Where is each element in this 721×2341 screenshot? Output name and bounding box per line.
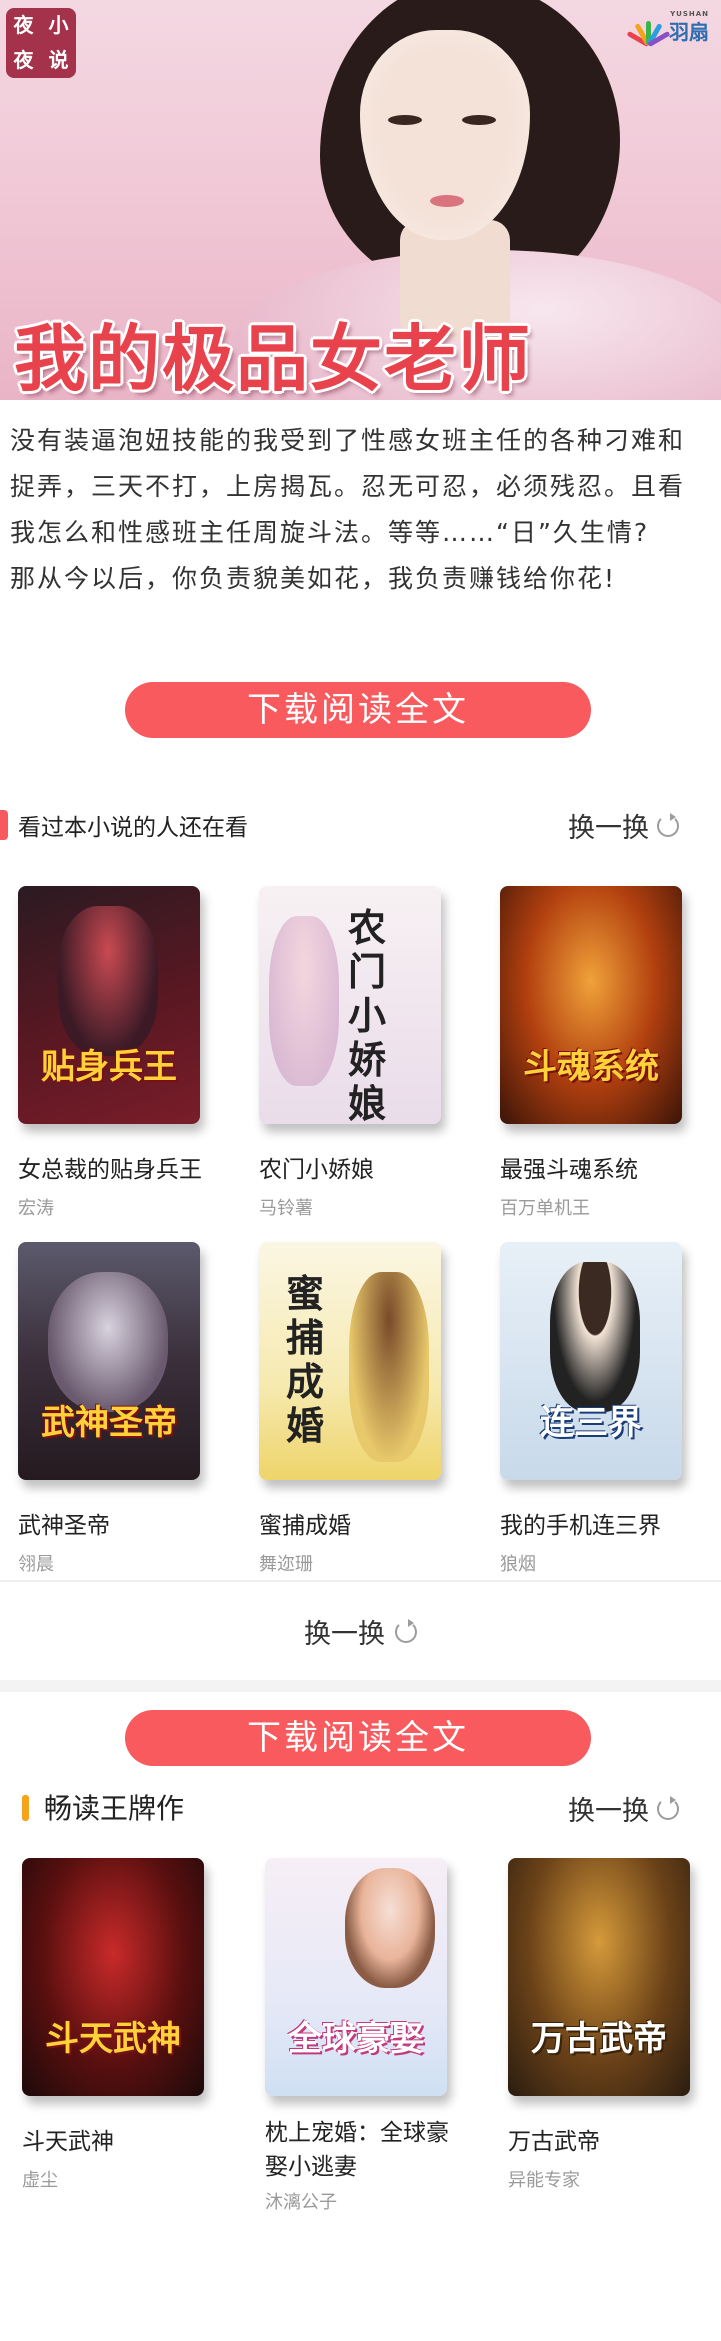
book-name: 农门小娇娘 bbox=[259, 1157, 374, 1183]
book-name: 蜜捕成婚 bbox=[259, 1513, 351, 1539]
book-cover: 连三界 bbox=[500, 1242, 682, 1480]
book-card[interactable]: 万古武帝 万古武帝 异能专家 bbox=[508, 1858, 698, 2192]
book-name: 女总裁的贴身兵王 bbox=[18, 1157, 202, 1183]
book-cover: 武神圣帝 bbox=[18, 1242, 200, 1480]
book-synopsis: 没有装逼泡妞技能的我受到了性感女班主任的各种刁难和捉弄，三天不打，上房揭瓦。忍无… bbox=[10, 418, 710, 602]
refresh-button[interactable]: 换一换 bbox=[304, 1612, 417, 1651]
section-accent-bar bbox=[22, 1795, 29, 1821]
app-logo: 夜 小 夜 说 bbox=[6, 8, 76, 78]
book-card[interactable]: 蜜捕成婚 蜜捕成婚 舞迩珊 bbox=[259, 1242, 449, 1576]
refresh-icon bbox=[395, 1618, 417, 1643]
book-card[interactable]: 贴身兵王 女总裁的贴身兵王 宏涛 bbox=[18, 886, 208, 1220]
section-header-also-read: 看过本小说的人还在看 换一换 bbox=[0, 800, 721, 850]
book-cover-title: 万古武帝 bbox=[531, 2019, 667, 2059]
book-author: 沐漓公子 bbox=[265, 2192, 337, 2213]
book-author: 百万单机王 bbox=[500, 1198, 590, 1219]
book-cover-title: 斗天武神 bbox=[45, 2019, 181, 2059]
publisher-logo-text: 羽扇 bbox=[669, 19, 709, 44]
synopsis-paragraph: 那从今以后，你负责貌美如花，我负责赚钱给你花! bbox=[10, 564, 617, 593]
book-name: 万古武帝 bbox=[508, 2129, 600, 2155]
book-name: 枕上宠婚：全球豪娶小逃妻 bbox=[265, 2120, 449, 2180]
book-cover: 农门小娇娘 bbox=[259, 886, 441, 1124]
book-card[interactable]: 农门小娇娘 农门小娇娘 马铃薯 bbox=[259, 886, 449, 1220]
book-name: 最强斗魂系统 bbox=[500, 1157, 638, 1183]
book-cover: 全球豪娶 bbox=[265, 1858, 447, 2096]
book-cover-title: 蜜捕成婚 bbox=[285, 1272, 324, 1448]
book-cover-title: 武神圣帝 bbox=[41, 1403, 177, 1443]
book-cover-title: 全球豪娶 bbox=[288, 2019, 424, 2059]
divider bbox=[0, 1580, 721, 1582]
refresh-icon bbox=[657, 812, 679, 837]
refresh-icon bbox=[657, 1795, 679, 1820]
book-author: 翎晨 bbox=[18, 1554, 54, 1575]
section-title: 畅读王牌作 bbox=[44, 1792, 185, 1825]
book-name: 我的手机连三界 bbox=[500, 1513, 661, 1539]
app-logo-char: 夜 bbox=[13, 13, 34, 37]
book-title: 我的极品女老师 bbox=[14, 317, 533, 400]
refresh-button[interactable]: 换一换 bbox=[568, 806, 679, 845]
publisher-logo: YUSHAN 羽扇 bbox=[626, 9, 709, 50]
book-card[interactable]: 全球豪娶 枕上宠婚：全球豪娶小逃妻 沐漓公子 bbox=[265, 1858, 455, 2214]
book-card[interactable]: 斗天武神 斗天武神 虚尘 bbox=[22, 1858, 212, 2192]
book-cover: 斗天武神 bbox=[22, 1858, 204, 2096]
book-cover: 贴身兵王 bbox=[18, 886, 200, 1124]
app-logo-char: 小 bbox=[48, 13, 69, 37]
refresh-row: 换一换 bbox=[0, 1612, 721, 1651]
download-read-button[interactable]: 下载阅读全文 bbox=[125, 1710, 591, 1766]
book-card[interactable]: 武神圣帝 武神圣帝 翎晨 bbox=[18, 1242, 208, 1576]
banner-art-eye bbox=[388, 115, 422, 125]
refresh-label: 换一换 bbox=[568, 1796, 649, 1827]
book-card[interactable]: 斗魂系统 最强斗魂系统 百万单机王 bbox=[500, 886, 690, 1220]
book-card[interactable]: 连三界 我的手机连三界 狼烟 bbox=[500, 1242, 690, 1576]
book-cover-title: 农门小娇娘 bbox=[347, 906, 386, 1124]
fan-icon bbox=[626, 15, 671, 48]
app-logo-char: 说 bbox=[48, 48, 69, 72]
book-author: 宏涛 bbox=[18, 1198, 54, 1219]
banner-art-eye bbox=[462, 115, 496, 125]
book-cover-title: 斗魂系统 bbox=[523, 1047, 659, 1087]
refresh-label: 换一换 bbox=[568, 813, 649, 844]
book-cover: 万古武帝 bbox=[508, 1858, 690, 2096]
synopsis-paragraph: 没有装逼泡妞技能的我受到了性感女班主任的各种刁难和捉弄，三天不打，上房揭瓦。忍无… bbox=[10, 426, 686, 547]
app-logo-char: 夜 bbox=[13, 48, 34, 72]
book-name: 武神圣帝 bbox=[18, 1513, 110, 1539]
book-author: 马铃薯 bbox=[259, 1198, 313, 1219]
book-author: 狼烟 bbox=[500, 1554, 536, 1575]
book-cover-title: 贴身兵王 bbox=[41, 1047, 177, 1087]
book-cover-title: 连三界 bbox=[540, 1403, 642, 1443]
banner-art-lips bbox=[430, 195, 464, 207]
book-author: 舞迩珊 bbox=[259, 1554, 313, 1575]
book-cover: 蜜捕成婚 bbox=[259, 1242, 441, 1480]
download-read-button[interactable]: 下载阅读全文 bbox=[125, 682, 591, 738]
section-accent-bar bbox=[0, 810, 8, 840]
refresh-button[interactable]: 换一换 bbox=[568, 1789, 679, 1828]
book-banner: 夜 小 夜 说 YUSHAN 羽扇 我的极品女老师 bbox=[0, 0, 721, 400]
book-name: 斗天武神 bbox=[22, 2129, 114, 2155]
book-author: 异能专家 bbox=[508, 2170, 580, 2191]
book-cover: 斗魂系统 bbox=[500, 886, 682, 1124]
book-author: 虚尘 bbox=[22, 2170, 58, 2191]
section-header-top-picks: 畅读王牌作 换一换 bbox=[0, 1783, 721, 1833]
divider bbox=[0, 1680, 721, 1692]
publisher-logo-sub: YUSHAN bbox=[670, 9, 709, 18]
refresh-label: 换一换 bbox=[304, 1619, 385, 1650]
section-title: 看过本小说的人还在看 bbox=[18, 815, 248, 841]
